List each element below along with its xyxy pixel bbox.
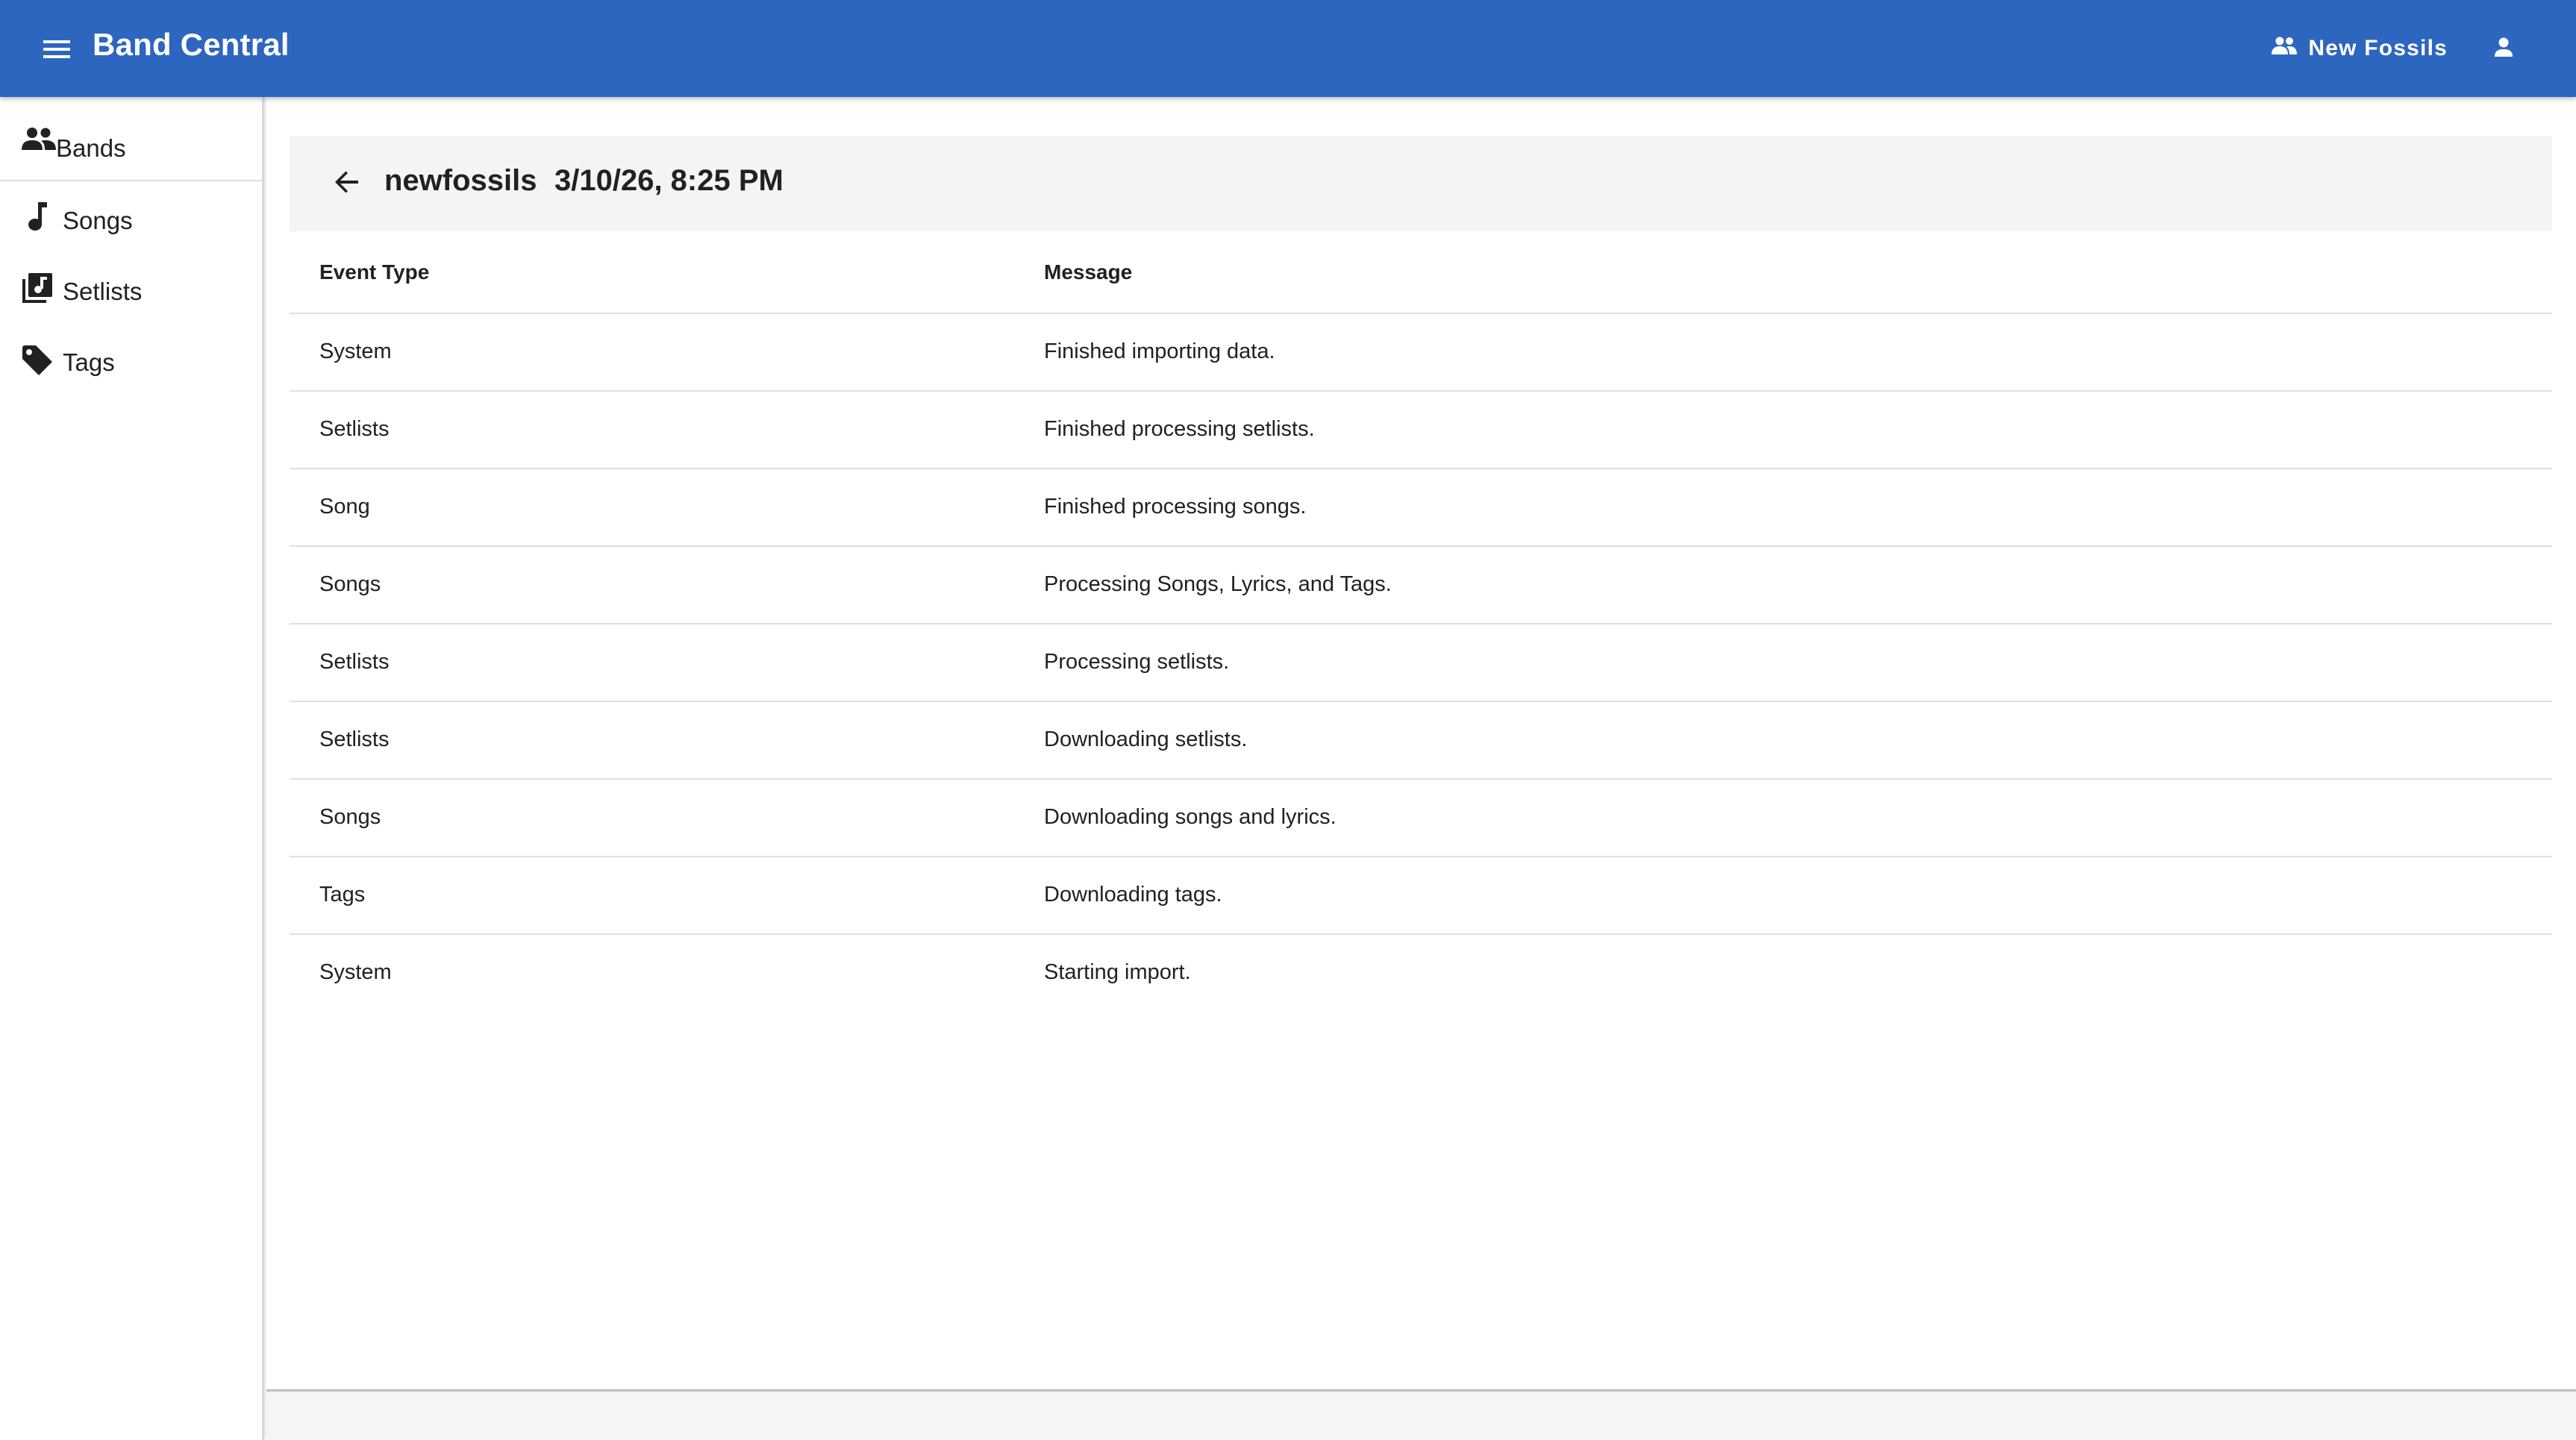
table-header: Event Type Message [290,234,2552,314]
sidebar-item-label: Setlists [63,278,143,305]
message-cell: Downloading setlists. [1044,727,1248,751]
sidebar-item-songs[interactable]: Songs [0,186,262,256]
message-cell: Downloading tags. [1044,883,1222,907]
message-cell: Finished processing setlists. [1044,417,1315,441]
footer-strip [266,1389,2576,1440]
table-row: Setlists Finished processing setlists. [290,392,2552,469]
sidebar: Bands Songs Setlists Tags [0,97,264,1440]
sidebar-item-bands[interactable]: Bands [0,97,262,181]
table-row: Songs Processing Songs, Lyrics, and Tags… [290,547,2552,624]
message-cell: Finished processing songs. [1044,495,1307,519]
table-row: System Starting import. [290,935,2552,1012]
current-band-label: New Fossils [2308,36,2448,60]
table-row: Setlists Downloading setlists. [290,702,2552,780]
event-type-cell: System [319,960,392,984]
table-row: Song Finished processing songs. [290,469,2552,547]
library-music-icon [21,272,54,310]
event-type-cell: Song [319,495,370,519]
arrow-back-icon [334,169,360,199]
table-row: Setlists Processing setlists. [290,624,2552,702]
back-button[interactable] [328,165,366,202]
column-header-event-type[interactable]: Event Type [319,260,429,284]
column-header-message[interactable]: Message [1044,260,1132,284]
tag-icon [21,344,54,383]
event-type-cell: Setlists [319,417,390,441]
event-type-cell: System [319,339,392,363]
event-type-cell: Songs [319,572,381,596]
group-icon [2271,36,2298,61]
event-type-cell: Setlists [319,727,390,751]
table-row: System Finished importing data. [290,314,2552,392]
table-row: Tags Downloading tags. [290,857,2552,935]
band-switch-button[interactable]: New Fossils [2271,28,2448,69]
message-cell: Processing setlists. [1044,650,1230,674]
sidebar-item-label: Bands [56,134,126,162]
menu-icon[interactable] [36,31,78,68]
import-date-title: 3/10/26, 8:25 PM [554,164,784,197]
event-type-cell: Songs [319,805,381,829]
band-name-title: newfossils [384,164,537,197]
message-cell: Starting import. [1044,960,1191,984]
message-cell: Downloading songs and lyrics. [1044,805,1337,829]
sidebar-item-setlists[interactable]: Setlists [0,257,262,327]
top-app-bar: Band Central New Fossils [0,0,2576,97]
account-button[interactable] [2486,31,2521,66]
group-icon [21,127,57,157]
sidebar-item-tags[interactable]: Tags [0,328,262,398]
event-type-cell: Tags [319,883,366,907]
music-note-icon [27,201,48,238]
table-row: Songs Downloading songs and lyrics. [290,780,2552,857]
message-cell: Finished importing data. [1044,339,1275,363]
app-title: Band Central [93,27,290,62]
person-icon [2494,37,2513,61]
message-cell: Processing Songs, Lyrics, and Tags. [1044,572,1392,596]
event-type-cell: Setlists [319,650,390,674]
event-table: Event Type Message System Finished impor… [290,234,2552,1012]
sidebar-item-label: Tags [63,348,115,376]
sidebar-item-label: Songs [63,207,133,234]
